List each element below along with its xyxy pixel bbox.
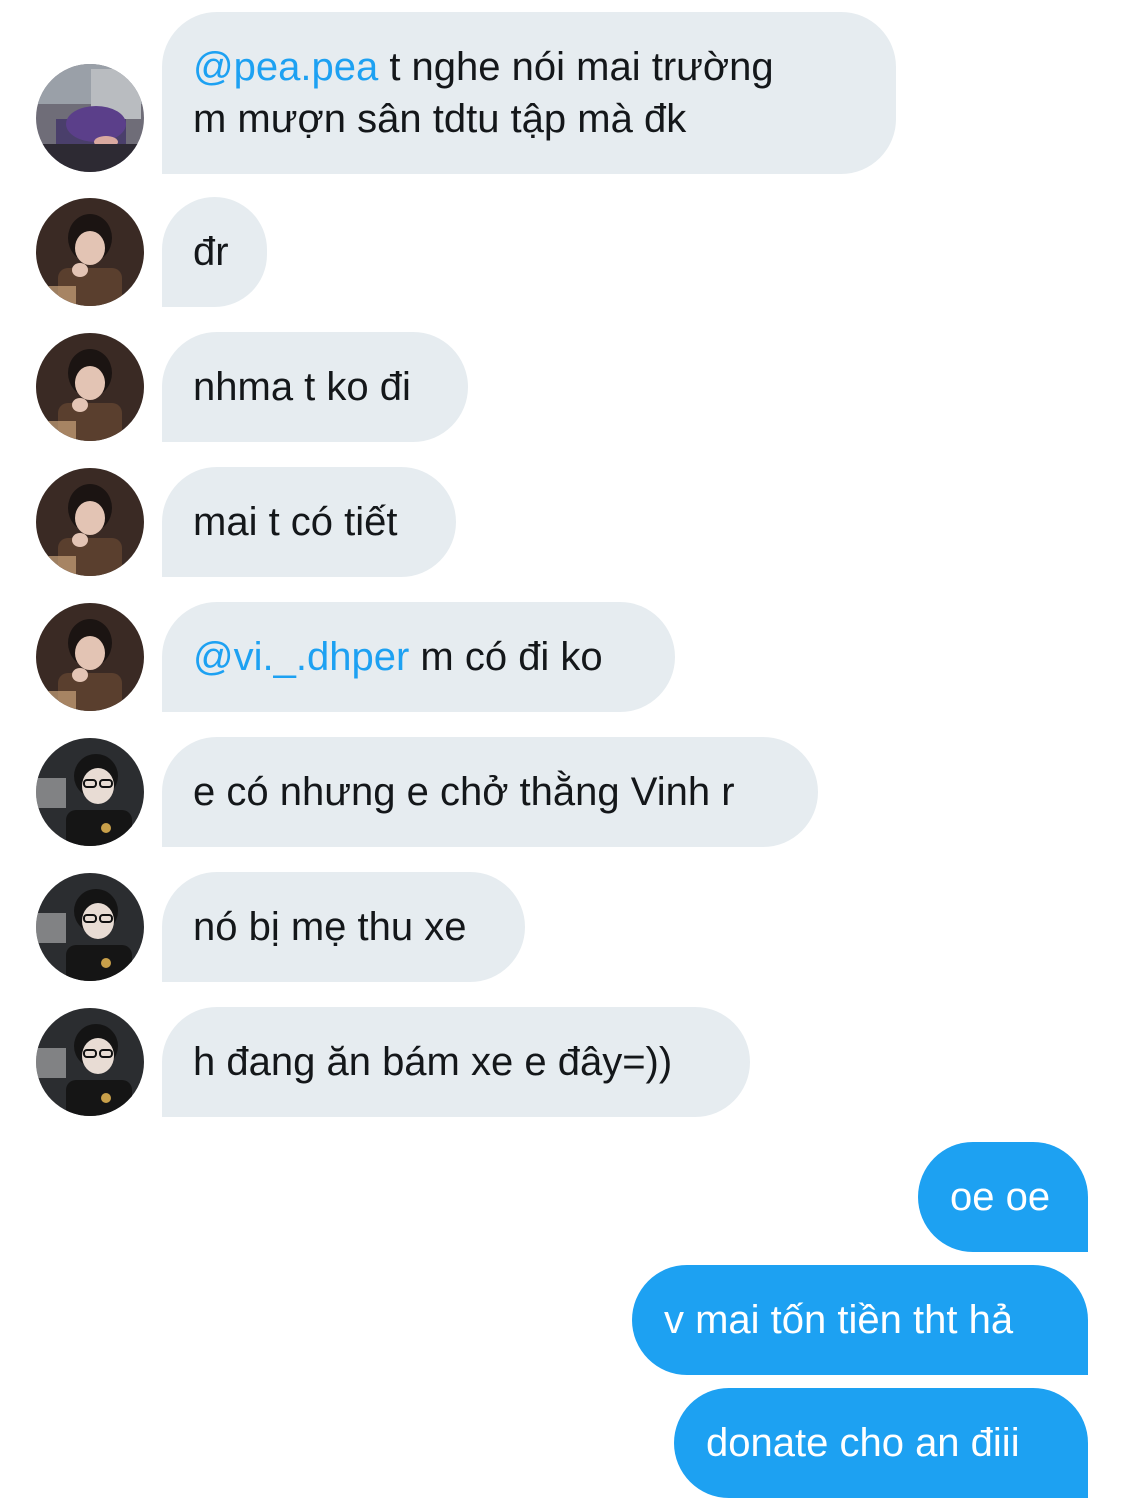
message-bubble[interactable]: @pea.pea t nghe nói mai trường m mượn sâ… [162,12,896,174]
avatar[interactable] [36,603,144,711]
message-bubble[interactable]: @vi._.dhper m có đi ko [162,602,675,712]
avatar-photo-icon [36,198,144,306]
avatar[interactable] [36,64,144,172]
message-text: mai t có tiết [193,500,398,544]
avatar[interactable] [36,1008,144,1116]
avatar-photo-icon [36,468,144,576]
avatar[interactable] [36,333,144,441]
message-text: m mượn sân tdtu tập mà đk [193,97,687,141]
message-bubble[interactable]: e có nhưng e chở thằng Vinh r [162,737,818,847]
message-bubble[interactable]: đr [162,197,267,307]
avatar-photo-icon [36,738,144,846]
my-message-bubble[interactable]: donate cho an điii [674,1388,1088,1498]
avatar-photo-icon [36,603,144,711]
message-text: t nghe nói mai trường [378,45,774,89]
avatar[interactable] [36,738,144,846]
message-text: e có nhưng e chở thằng Vinh r [193,770,735,814]
avatar[interactable] [36,468,144,576]
message-text: oe oe [950,1175,1051,1219]
mention-link[interactable]: @pea.pea [193,45,378,89]
message-bubble[interactable]: mai t có tiết [162,467,456,577]
my-message-bubble[interactable]: v mai tốn tiền tht hả [632,1265,1088,1375]
avatar-photo-icon [36,873,144,981]
message-text: đr [193,230,229,274]
message-text: m có đi ko [409,635,603,679]
my-message-bubble[interactable]: oe oe [918,1142,1088,1252]
message-text: h đang ăn bám xe e đây=)) [193,1040,673,1084]
avatar-photo-icon [36,64,144,172]
message-text: v mai tốn tiền tht hả [664,1298,1014,1342]
message-text: donate cho an điii [706,1421,1020,1465]
avatar[interactable] [36,873,144,981]
message-bubble[interactable]: h đang ăn bám xe e đây=)) [162,1007,750,1117]
mention-link[interactable]: @vi._.dhper [193,635,409,679]
message-bubble[interactable]: nó bị mẹ thu xe [162,872,525,982]
avatar[interactable] [36,198,144,306]
message-bubble[interactable]: nhma t ko đi [162,332,468,442]
message-text: nhma t ko đi [193,365,411,409]
avatar-photo-icon [36,1008,144,1116]
message-text: nó bị mẹ thu xe [193,905,467,949]
avatar-photo-icon [36,333,144,441]
